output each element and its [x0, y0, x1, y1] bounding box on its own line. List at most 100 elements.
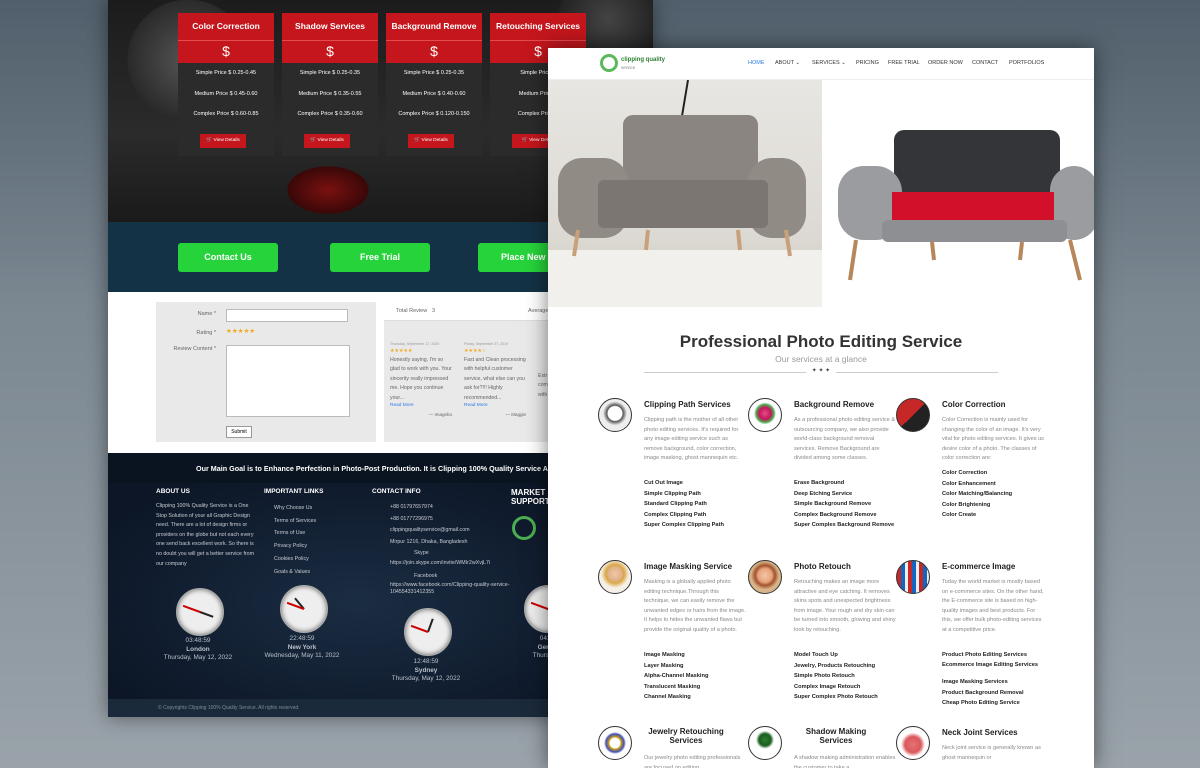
service-title[interactable]: Neck Joint Services: [942, 728, 1018, 737]
rating-stars[interactable]: ★★★★★: [226, 327, 255, 335]
service-item[interactable]: Color Create: [942, 512, 1046, 519]
service-item[interactable]: Super Complex Clipping Path: [644, 522, 748, 529]
nav-order-now[interactable]: ORDER NOW: [928, 60, 963, 66]
footer-link[interactable]: Terms of Use: [274, 527, 364, 540]
service-item[interactable]: Simple Background Remove: [794, 501, 898, 508]
footer-link[interactable]: Goals & Values: [274, 566, 364, 579]
service-item[interactable]: Complex Clipping Path: [644, 512, 748, 519]
service-item[interactable]: Complex Background Remove: [794, 512, 898, 519]
service-title[interactable]: Shadow Making Services: [794, 727, 878, 745]
service-item[interactable]: Simple Clipping Path: [644, 491, 748, 498]
simple-price: Simple Price $ 0.25-0.45: [195, 70, 257, 76]
complex-price: Complex Price $ 0.120-0.150: [398, 111, 470, 117]
service-color-correction: Color Correction Color Correction is mai…: [896, 398, 1046, 548]
service-item[interactable]: Channel Masking: [644, 694, 748, 701]
footer-link[interactable]: Terms of Services: [274, 515, 364, 528]
service-title[interactable]: Background Remove: [794, 400, 874, 409]
clock-london: [176, 588, 224, 636]
important-links-list: Why Choose Us Terms of Services Terms of…: [274, 502, 364, 578]
service-item[interactable]: Image Masking: [644, 652, 748, 659]
review-text: Fast and Clean processing with helpful c…: [464, 357, 526, 401]
service-item[interactable]: Layer Masking: [644, 663, 748, 670]
service-shadow-making: Shadow Making Services A shadow making a…: [748, 726, 898, 768]
service-item[interactable]: Color Brightening: [942, 502, 1046, 509]
nav-services[interactable]: SERVICES ⌄: [812, 60, 846, 66]
read-more-link[interactable]: Read More: [390, 403, 452, 408]
chevron-down-icon: ⌄: [841, 60, 846, 66]
facebook-link[interactable]: https://www.facebook.com/Clipping-qualit…: [390, 582, 520, 596]
logo-text[interactable]: clipping quality: [621, 57, 665, 63]
review-content-label: Review Content *: [173, 346, 217, 352]
footer-link[interactable]: Why Choose Us: [274, 502, 364, 515]
service-clipping-path: Clipping Path Services Clipping path is …: [598, 398, 748, 548]
service-title[interactable]: E-commerce Image: [942, 562, 1015, 571]
view-details-button[interactable]: 🛒 View Details: [200, 134, 246, 148]
service-item[interactable]: Cheap Photo Editing Service: [942, 700, 1046, 707]
pricing-card-currency: $: [178, 40, 274, 63]
service-item[interactable]: Super Complex Photo Retouch: [794, 694, 898, 701]
service-item[interactable]: Erase Background: [794, 480, 898, 487]
nav-contact[interactable]: CONTACT: [972, 60, 998, 66]
service-title[interactable]: Jewelry Retouching Services: [644, 727, 728, 745]
support-logo: [512, 516, 536, 540]
email[interactable]: clippingqualityservice@gmail.com: [390, 525, 520, 537]
nav-home[interactable]: HOME: [748, 60, 765, 66]
service-title[interactable]: Clipping Path Services: [644, 400, 731, 409]
submit-button[interactable]: Submit: [226, 426, 252, 438]
service-item[interactable]: Alpha-Channel Masking: [644, 673, 748, 680]
service-item[interactable]: Standard Clipping Path: [644, 501, 748, 508]
important-links-title: IMPORTANT LINKS: [264, 488, 324, 495]
service-item[interactable]: Color Matching/Balancing: [942, 491, 1046, 498]
service-ecommerce-image: E-commerce Image Today the world market …: [896, 560, 1046, 710]
simple-price: Simple Price $ 0.25-0.35: [299, 70, 361, 76]
nav-about[interactable]: ABOUT ⌄: [775, 60, 800, 66]
clock-sydney: [404, 608, 452, 656]
service-description: Retouching makes an image more attractiv…: [794, 579, 896, 633]
service-item[interactable]: Deep Etching Service: [794, 491, 898, 498]
pricing-card: Background Remove $ Simple Price $ 0.25-…: [386, 13, 482, 156]
service-item[interactable]: Product Photo Editing Services: [942, 652, 1046, 659]
products-icon: [896, 560, 930, 594]
service-item[interactable]: Image Masking Services: [942, 679, 1046, 686]
contact-us-button[interactable]: Contact Us: [178, 243, 278, 272]
nav-free-trial[interactable]: FREE TRIAL: [888, 60, 920, 66]
nav-pricing[interactable]: PRICING: [856, 60, 879, 66]
about-text: Clipping 100% Quality Service is a One S…: [156, 503, 255, 567]
footer-link[interactable]: Cookies Policy: [274, 553, 364, 566]
medium-price: Medium Price $ 0.45-0.60: [194, 90, 258, 97]
service-item[interactable]: Product Background Removal: [942, 690, 1046, 697]
service-item[interactable]: Translucent Masking: [644, 684, 748, 691]
service-title[interactable]: Image Masking Service: [644, 562, 732, 571]
review-stars: ★★★★★: [390, 348, 413, 354]
review-stars: ★★★★☆: [464, 348, 487, 354]
sweater-icon: [896, 726, 930, 760]
read-more-link[interactable]: Read More: [464, 403, 526, 408]
service-item[interactable]: Complex Image Retouch: [794, 684, 898, 691]
pricing-card-title: Retouching Services: [490, 13, 586, 40]
contact-info-title: CONTACT INFO: [372, 488, 421, 495]
section-subheading: Our services at a glance: [775, 354, 867, 364]
service-item[interactable]: Simple Photo Retouch: [794, 673, 898, 680]
front-page-screenshot: clipping quality service HOME ABOUT ⌄ SE…: [548, 48, 1094, 768]
sofa-after-image: [822, 80, 1094, 307]
nav-portfolios[interactable]: PORTFOLIOS: [1009, 60, 1044, 66]
service-item[interactable]: Jewelry, Products Retouching: [794, 663, 898, 670]
review-content-textarea[interactable]: [226, 345, 350, 417]
service-item[interactable]: Cut Out Image: [644, 480, 748, 487]
logo-icon[interactable]: [600, 54, 618, 72]
footer-link[interactable]: Privacy Policy: [274, 540, 364, 553]
name-input[interactable]: [226, 309, 348, 322]
plant-icon: [748, 726, 782, 760]
service-title[interactable]: Color Correction: [942, 400, 1006, 409]
service-item[interactable]: Model Touch Up: [794, 652, 898, 659]
view-details-button[interactable]: 🛒 View Details: [408, 134, 454, 148]
service-item[interactable]: Color Enhancement: [942, 481, 1046, 488]
service-title[interactable]: Photo Retouch: [794, 562, 851, 571]
free-trial-button[interactable]: Free Trial: [330, 243, 430, 272]
service-item[interactable]: Ecommerce Image Editing Services: [942, 662, 1046, 669]
view-details-button[interactable]: 🛒 View Details: [304, 134, 350, 148]
service-item[interactable]: Color Correction: [942, 470, 1046, 477]
total-review-count: 3: [432, 308, 436, 314]
service-item[interactable]: Super Complex Background Remove: [794, 522, 898, 529]
skype-link[interactable]: https://join.skype.com/invite/WMIr2wXvjL…: [390, 560, 520, 567]
